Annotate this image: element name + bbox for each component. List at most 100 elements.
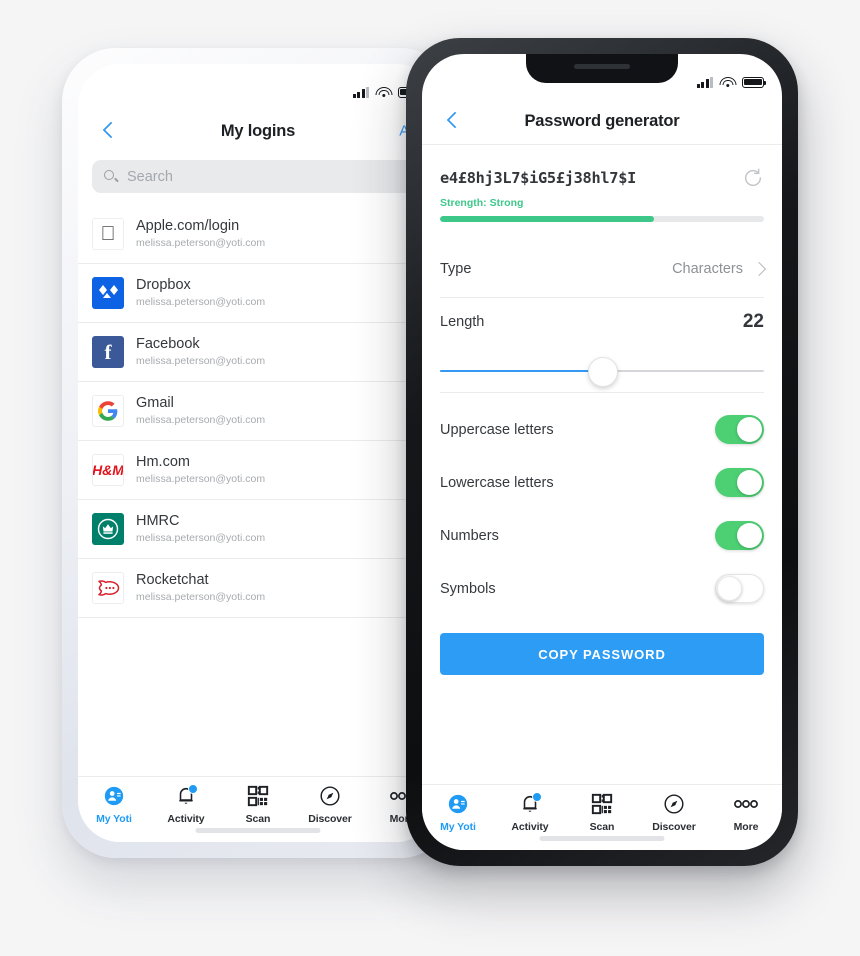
compass-icon bbox=[319, 784, 341, 808]
strength-track bbox=[440, 216, 764, 222]
list-item-title: HMRC bbox=[136, 512, 180, 529]
tab-activity[interactable]: Activity bbox=[150, 784, 222, 825]
list-item[interactable]: f Facebook melissa.peterson@yoti.com bbox=[78, 323, 438, 382]
google-logo-icon bbox=[92, 395, 124, 427]
wifi-icon bbox=[375, 86, 392, 98]
toggle-label: Uppercase letters bbox=[440, 421, 554, 438]
password-strength: Strength: Strong bbox=[422, 189, 782, 222]
qr-code-icon bbox=[591, 792, 613, 816]
list-item-subtitle: melissa.peterson@yoti.com bbox=[136, 590, 266, 603]
search-icon bbox=[104, 169, 118, 184]
copy-password-button[interactable]: COPY PASSWORD bbox=[440, 633, 764, 675]
list-item[interactable]: HMRC melissa.peterson@yoti.com bbox=[78, 500, 438, 559]
generated-password-value[interactable]: e4£8hj3L7$iG5£j38hl7$I bbox=[440, 169, 734, 187]
tab-more[interactable]: More bbox=[710, 792, 782, 833]
tab-bar-right: My Yoti Activity Scan Discover More bbox=[422, 784, 782, 850]
screen-password-generator: Password generator e4£8hj3L7$iG5£j38hl7$… bbox=[422, 54, 782, 850]
back-button[interactable] bbox=[98, 120, 120, 142]
tab-label: Activity bbox=[511, 821, 549, 833]
copy-password-label: COPY PASSWORD bbox=[538, 646, 666, 662]
tab-scan[interactable]: Scan bbox=[566, 792, 638, 833]
page-title: Password generator bbox=[524, 111, 680, 130]
list-item[interactable]: H&M Hm.com melissa.peterson@yoti.com bbox=[78, 441, 438, 500]
list-item-title: Hm.com bbox=[136, 453, 190, 470]
tab-my-yoti[interactable]: My Yoti bbox=[422, 792, 494, 833]
list-item-subtitle: melissa.peterson@yoti.com bbox=[136, 295, 266, 308]
type-label: Type bbox=[440, 260, 472, 277]
list-item[interactable]: Rocketchat melissa.peterson@yoti.com bbox=[78, 559, 438, 618]
list-item-title: Gmail bbox=[136, 394, 174, 411]
length-slider[interactable] bbox=[440, 346, 764, 393]
list-item-subtitle: melissa.peterson@yoti.com bbox=[136, 236, 266, 249]
list-item-title: Dropbox bbox=[136, 276, 191, 293]
phone-speaker-right bbox=[574, 64, 630, 69]
logins-list:  Apple.com/login melissa.peterson@yoti.… bbox=[78, 205, 438, 618]
strength-label: Strength: Strong bbox=[440, 197, 524, 209]
password-generator-body: e4£8hj3L7$iG5£j38hl7$I Strength: Strong bbox=[422, 144, 782, 784]
tab-my-yoti[interactable]: My Yoti bbox=[78, 784, 150, 825]
toggle-knob bbox=[737, 470, 762, 495]
toggle-label: Lowercase letters bbox=[440, 474, 554, 491]
signal-bars-icon bbox=[696, 76, 713, 88]
list-item-subtitle: melissa.peterson@yoti.com bbox=[136, 413, 266, 426]
tab-label: My Yoti bbox=[96, 813, 132, 825]
lowercase-toggle[interactable] bbox=[715, 468, 764, 497]
search-placeholder: Search bbox=[127, 168, 173, 185]
tab-discover[interactable]: Discover bbox=[294, 784, 366, 825]
slider-fill bbox=[440, 370, 602, 372]
wifi-icon bbox=[719, 76, 736, 88]
toggle-knob bbox=[737, 523, 762, 548]
search-field-container: Search bbox=[92, 160, 424, 193]
symbols-toggle[interactable] bbox=[715, 574, 764, 603]
home-indicator bbox=[195, 828, 321, 833]
tab-label: Discover bbox=[308, 813, 352, 825]
uppercase-toggle[interactable] bbox=[715, 415, 764, 444]
hm-logo-icon: H&M bbox=[92, 454, 124, 486]
generated-password-row: e4£8hj3L7$iG5£j38hl7$I bbox=[422, 145, 782, 189]
tab-activity[interactable]: Activity bbox=[494, 792, 566, 833]
bell-icon bbox=[519, 792, 542, 816]
person-badge-icon bbox=[103, 784, 125, 808]
screen-my-logins: My logins Add Search  Apple.com/login m… bbox=[78, 64, 438, 842]
toggle-row-numbers: Numbers bbox=[440, 509, 764, 562]
list-item[interactable]: Gmail melissa.peterson@yoti.com bbox=[78, 382, 438, 441]
tab-scan[interactable]: Scan bbox=[222, 784, 294, 825]
strength-fill bbox=[440, 216, 654, 222]
toggle-knob bbox=[717, 576, 742, 601]
person-badge-icon bbox=[447, 792, 469, 816]
notification-badge bbox=[188, 784, 198, 794]
type-value: Characters bbox=[672, 260, 743, 277]
notification-badge bbox=[532, 792, 542, 802]
tab-discover[interactable]: Discover bbox=[638, 792, 710, 833]
back-button[interactable] bbox=[442, 110, 464, 132]
list-item-title: Apple.com/login bbox=[136, 217, 240, 234]
toggle-row-symbols: Symbols bbox=[440, 562, 764, 615]
battery-icon bbox=[742, 76, 766, 88]
list-item[interactable]:  Apple.com/login melissa.peterson@yoti.… bbox=[78, 205, 438, 264]
numbers-toggle[interactable] bbox=[715, 521, 764, 550]
status-bar-right bbox=[696, 70, 766, 94]
toggle-label: Numbers bbox=[440, 527, 499, 544]
tab-label: Scan bbox=[245, 813, 271, 825]
tab-label: Discover bbox=[652, 821, 696, 833]
page-title: My logins bbox=[220, 121, 296, 140]
type-setting-row[interactable]: Type Characters bbox=[440, 240, 767, 298]
tab-label: My Yoti bbox=[440, 821, 476, 833]
list-item-subtitle: melissa.peterson@yoti.com bbox=[136, 354, 266, 367]
bell-icon bbox=[175, 784, 198, 808]
tab-bar-left: My Yoti Activity Scan Discover More bbox=[78, 776, 438, 842]
search-input[interactable]: Search bbox=[92, 160, 424, 193]
toggle-label: Symbols bbox=[440, 580, 496, 597]
apple-logo-icon:  bbox=[92, 218, 124, 250]
rocketchat-logo-icon bbox=[92, 572, 124, 604]
compass-icon bbox=[663, 792, 685, 816]
list-item[interactable]: Dropbox melissa.peterson@yoti.com bbox=[78, 264, 438, 323]
refresh-icon[interactable] bbox=[742, 167, 764, 189]
home-indicator bbox=[539, 836, 665, 841]
qr-code-icon bbox=[247, 784, 269, 808]
toggle-knob bbox=[737, 417, 762, 442]
dropbox-logo-icon bbox=[92, 277, 124, 309]
slider-knob[interactable] bbox=[588, 357, 618, 387]
toggle-row-uppercase: Uppercase letters bbox=[440, 403, 764, 456]
length-label: Length bbox=[440, 314, 485, 330]
